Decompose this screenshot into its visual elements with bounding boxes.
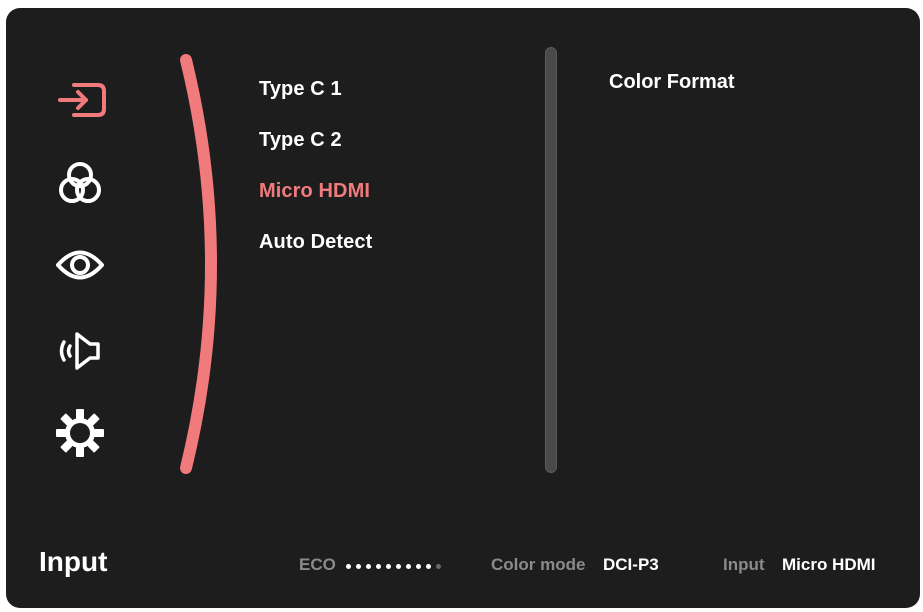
color-icon[interactable]: [50, 154, 110, 214]
panel-divider-scrollbar: [545, 47, 557, 473]
input-status-value: Micro HDMI: [782, 555, 876, 574]
eco-dot: [396, 563, 401, 569]
input-icon[interactable]: [50, 70, 110, 130]
eco-dot: [346, 563, 351, 569]
menu-item-type-c-1[interactable]: Type C 1: [259, 78, 342, 101]
eco-dot: [416, 563, 421, 569]
input-status-label: Input: [723, 555, 765, 574]
eco-dot: [406, 563, 411, 569]
eco-dot: [376, 563, 381, 569]
settings-icon[interactable]: [50, 403, 110, 463]
eco-dot: [386, 563, 391, 569]
submenu-item-color-format[interactable]: Color Format: [609, 71, 735, 94]
menu-item-auto-detect[interactable]: Auto Detect: [259, 231, 372, 254]
menu-item-micro-hdmi[interactable]: Micro HDMI: [259, 180, 370, 203]
eco-level-indicator: [346, 560, 441, 572]
menu-item-type-c-2[interactable]: Type C 2: [259, 129, 342, 152]
color-mode-value: DCI-P3: [603, 555, 659, 574]
selection-arc: [180, 54, 217, 474]
color-mode-label: Color mode: [491, 555, 586, 574]
eco-dot: [356, 563, 361, 569]
eco-dot: [436, 563, 441, 569]
audio-icon[interactable]: [50, 321, 110, 381]
osd-panel: [6, 8, 920, 608]
eye-icon[interactable]: [50, 235, 110, 295]
eco-label: ECO: [299, 555, 336, 574]
eco-dot: [426, 563, 431, 569]
page-title: Input: [39, 546, 108, 577]
eco-dot: [366, 563, 371, 569]
